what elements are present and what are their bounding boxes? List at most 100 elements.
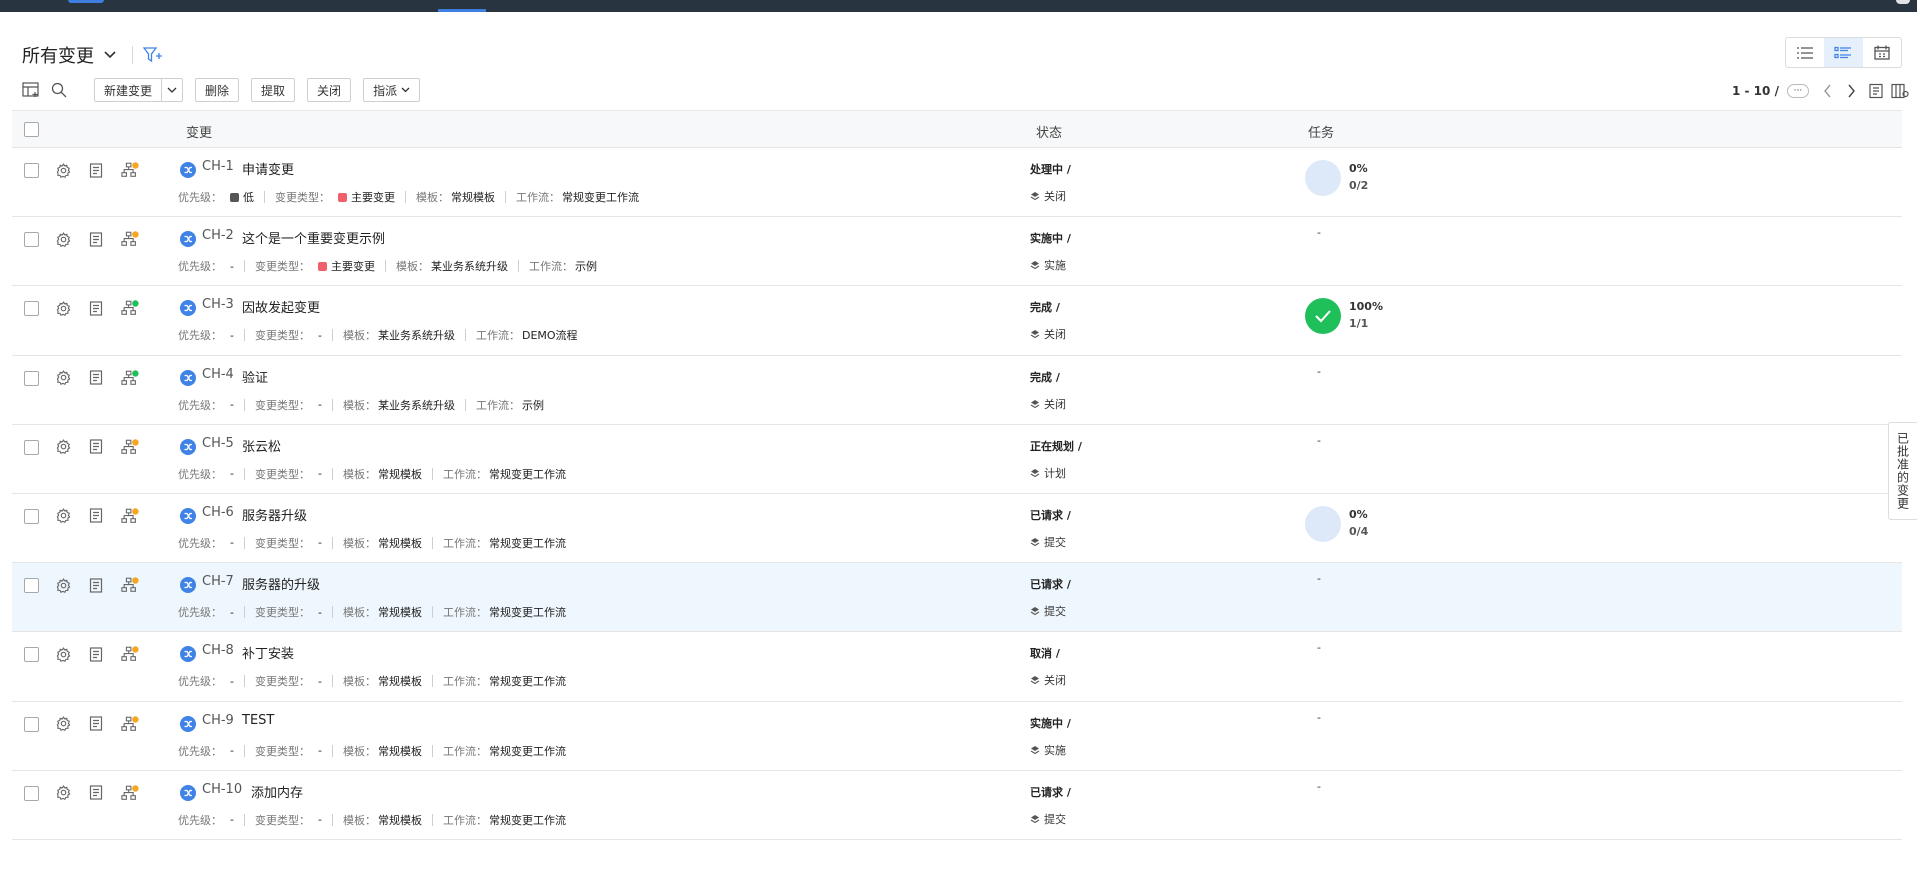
change-id[interactable]: CH-4 xyxy=(202,367,234,382)
table-row[interactable]: CH-3 因故发起变更 优先级： - 变更类型： - 模板： 某业务系统升级 工作流： DEMO流… xyxy=(12,286,1902,356)
workflow-icon[interactable] xyxy=(121,784,139,802)
change-title[interactable]: 服务器升级 xyxy=(242,505,307,524)
table-settings-icon[interactable] xyxy=(22,81,40,99)
gear-icon[interactable] xyxy=(54,715,72,733)
detail-doc-icon[interactable] xyxy=(87,161,105,179)
change-id[interactable]: CH-6 xyxy=(202,505,234,520)
detail-doc-icon[interactable] xyxy=(87,230,105,248)
new-change-dropdown-button[interactable] xyxy=(162,78,184,102)
new-change-button[interactable]: 新建变更 xyxy=(94,78,163,102)
column-header-task[interactable]: 任务 xyxy=(1308,122,1334,141)
detail-doc-icon[interactable] xyxy=(87,645,105,663)
change-id[interactable]: CH-1 xyxy=(202,159,234,174)
row-checkbox[interactable] xyxy=(24,647,39,663)
change-id[interactable]: CH-2 xyxy=(202,228,234,243)
gear-icon[interactable] xyxy=(54,645,72,663)
change-id[interactable]: CH-7 xyxy=(202,574,234,589)
delete-button[interactable]: 删除 xyxy=(195,78,240,102)
workflow-value: 常规变更工作流 xyxy=(488,536,566,550)
change-title[interactable]: 这个是一个重要变更示例 xyxy=(242,228,385,247)
next-page-icon[interactable] xyxy=(1843,82,1861,100)
row-checkbox[interactable] xyxy=(24,370,39,386)
change-title[interactable]: 因故发起变更 xyxy=(242,297,320,316)
detail-doc-icon[interactable] xyxy=(87,715,105,733)
gear-icon[interactable] xyxy=(54,369,72,387)
close-button[interactable]: 关闭 xyxy=(307,78,352,102)
row-checkbox[interactable] xyxy=(24,508,39,524)
column-header-change[interactable]: 变更 xyxy=(186,122,212,141)
more-pages-button[interactable]: ··· xyxy=(1786,84,1809,98)
change-title[interactable]: 申请变更 xyxy=(242,159,294,178)
detail-view-button[interactable] xyxy=(1824,38,1863,67)
change-title[interactable]: 补丁安装 xyxy=(242,643,294,662)
chevron-down-icon[interactable] xyxy=(102,47,118,63)
column-header-status[interactable]: 状态 xyxy=(1036,122,1062,141)
gear-icon[interactable] xyxy=(54,784,72,802)
table-row[interactable]: CH-7 服务器的升级 优先级： - 变更类型： - 模板： 常规模板 工作流： 常规变更工作流已… xyxy=(12,563,1902,633)
row-checkbox[interactable] xyxy=(24,716,39,732)
workflow-icon[interactable] xyxy=(121,645,139,663)
change-title[interactable]: 张云松 xyxy=(242,436,281,455)
workflow-icon[interactable] xyxy=(121,161,139,179)
workflow-icon[interactable] xyxy=(121,369,139,387)
fetch-button[interactable]: 提取 xyxy=(251,78,296,102)
workflow-icon[interactable] xyxy=(121,230,139,248)
change-title[interactable]: TEST xyxy=(242,713,274,728)
workflow-icon[interactable] xyxy=(121,715,139,733)
workflow-icon[interactable] xyxy=(121,299,139,317)
gear-icon[interactable] xyxy=(54,576,72,594)
column-settings-icon[interactable] xyxy=(1891,82,1909,100)
filter-add-icon[interactable] xyxy=(143,45,163,65)
gear-icon[interactable] xyxy=(54,230,72,248)
detail-doc-icon[interactable] xyxy=(87,784,105,802)
detail-doc-icon[interactable] xyxy=(87,438,105,456)
change-type-value: 主要变更 xyxy=(330,260,375,274)
select-all-checkbox[interactable] xyxy=(24,122,39,137)
change-id[interactable]: CH-3 xyxy=(202,297,234,312)
row-checkbox[interactable] xyxy=(24,163,39,178)
table-row[interactable]: CH-8 补丁安装 优先级： - 变更类型： - 模板： 常规模板 工作流： 常规变更工作流 取消 … xyxy=(12,632,1902,702)
detail-doc-icon[interactable] xyxy=(87,507,105,525)
status-value: 提交 xyxy=(1044,605,1066,619)
page-title[interactable]: 所有变更 xyxy=(22,42,94,68)
row-checkbox[interactable] xyxy=(24,439,39,455)
change-id[interactable]: CH-9 xyxy=(202,713,234,728)
detail-doc-icon[interactable] xyxy=(87,576,105,594)
row-checkbox[interactable] xyxy=(24,578,39,594)
row-checkbox[interactable] xyxy=(24,785,39,801)
app-menu-button[interactable] xyxy=(68,0,104,3)
table-row[interactable]: CH-4 验证 优先级： - 变更类型： - 模板： 某业务系统升级 工作流： 示例 完成 / 关闭 - xyxy=(12,356,1902,425)
change-id[interactable]: CH-8 xyxy=(202,643,234,658)
change-title[interactable]: 添加内存 xyxy=(251,782,303,801)
workflow-icon[interactable] xyxy=(121,438,139,456)
change-title[interactable]: 验证 xyxy=(242,367,268,386)
table-row[interactable]: CH-6 服务器升级 优先级： - 变更类型： - 模板： 常规模板 工作流： 常规变更工作流 已请… xyxy=(12,494,1902,564)
table-row[interactable]: CH-2 这个是一个重要变更示例 优先级： - 变更类型： 主要变更 模板： 某业务系统升级工… xyxy=(12,217,1902,287)
calendar-view-button[interactable] xyxy=(1863,38,1901,67)
workflow-icon[interactable] xyxy=(121,576,139,594)
detail-doc-icon[interactable] xyxy=(87,299,105,317)
divider xyxy=(243,744,245,757)
search-icon[interactable] xyxy=(50,81,68,99)
row-checkbox[interactable] xyxy=(24,301,39,317)
list-view-button[interactable] xyxy=(1786,38,1824,67)
table-row[interactable]: CH-9 TEST 优先级： - 变更类型： - 模板： 常规模板 工作流： 常规变更工作流 实施中… xyxy=(12,702,1902,771)
export-icon[interactable] xyxy=(1867,82,1885,100)
table-row[interactable]: CH-1 申请变更 优先级： 低 变更类型： 主要变更 模板： 常规模板 工作流： 常规变更工作流… xyxy=(12,148,1902,218)
table-row[interactable]: CH-10 添加内存 优先级： - 变更类型： - 模板： 常规模板 工作流： 常规变更工作流 已请… xyxy=(12,771,1902,840)
gear-icon[interactable] xyxy=(54,438,72,456)
table-row[interactable]: CH-5 张云松 优先级： - 变更类型： - 模板： 常规模板 工作流： 常规变更工作流 正在规划… xyxy=(12,425,1902,494)
detail-doc-icon[interactable] xyxy=(87,369,105,387)
approved-changes-side-tab[interactable]: 已批准的变更 xyxy=(1888,422,1917,520)
change-id[interactable]: CH-10 xyxy=(202,782,242,797)
row-checkbox[interactable] xyxy=(24,232,39,248)
assign-button[interactable]: 指派 xyxy=(363,78,421,102)
user-avatar[interactable] xyxy=(1896,0,1910,4)
prev-page-icon[interactable] xyxy=(1819,82,1837,100)
change-id[interactable]: CH-5 xyxy=(202,436,234,451)
change-title[interactable]: 服务器的升级 xyxy=(242,574,320,593)
gear-icon[interactable] xyxy=(54,161,72,179)
workflow-icon[interactable] xyxy=(121,507,139,525)
gear-icon[interactable] xyxy=(54,507,72,525)
gear-icon[interactable] xyxy=(54,299,72,317)
